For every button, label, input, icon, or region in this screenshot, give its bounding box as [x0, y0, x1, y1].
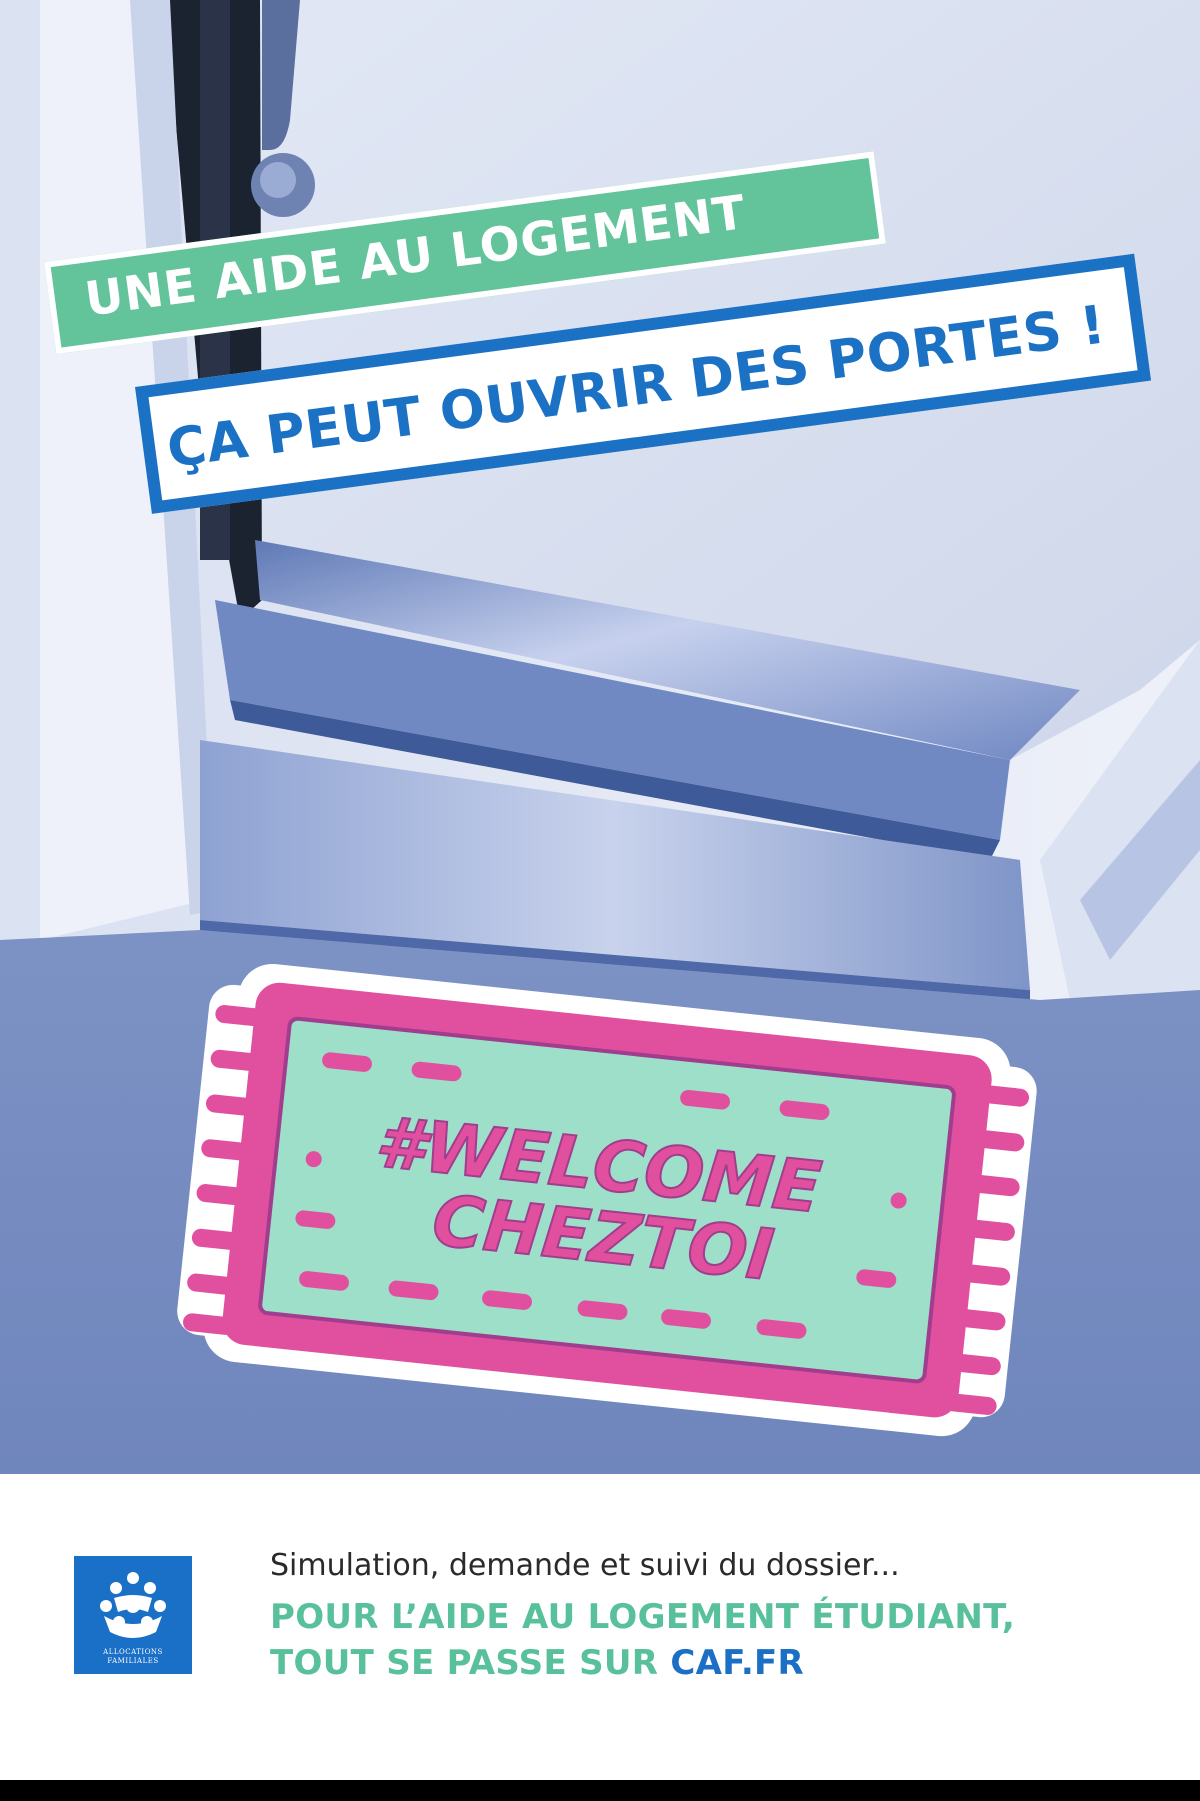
poster: #WELCOME CHEZTOI ÇA PEUT OUVRIR DES PORT…	[0, 0, 1200, 1801]
footer-headline-line-2: TOUT SE PASSE SUR CAF.FR	[270, 1643, 804, 1683]
footer-headline-prefix: TOUT SE PASSE SUR	[270, 1643, 671, 1683]
caf-logo-text: ALLOCATIONS FAMILIALES	[103, 1648, 163, 1665]
footer-tagline: Simulation, demande et suivi du dossier.…	[270, 1548, 900, 1583]
footer-headline-line-1: POUR L’AIDE AU LOGEMENT ÉTUDIANT,	[270, 1597, 1016, 1637]
caf-logo: ALLOCATIONS FAMILIALES	[74, 1556, 192, 1674]
caf-website-link[interactable]: CAF.FR	[670, 1643, 804, 1683]
